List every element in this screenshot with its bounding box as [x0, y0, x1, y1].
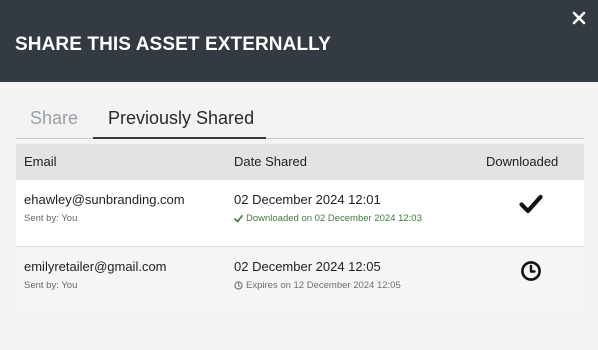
column-header-downloaded: Downloaded	[486, 154, 559, 169]
active-tab-indicator	[93, 137, 266, 139]
expiry-status-text: Expires on 12 December 2024 12:05	[246, 280, 401, 291]
expiry-status: Expires on 12 December 2024 12:05	[234, 280, 401, 291]
shared-table: Email Date Shared Downloaded ehawley@sun…	[16, 144, 584, 313]
tab-bar: Share Previously Shared	[16, 100, 584, 139]
checkmark-icon	[519, 194, 543, 214]
table-header: Email Date Shared Downloaded	[16, 144, 584, 179]
recipient-email: emilyretailer@gmail.com	[24, 259, 167, 274]
dialog-title: SHARE THIS ASSET EXTERNALLY	[15, 34, 331, 55]
tab-share[interactable]: Share	[30, 108, 78, 129]
close-icon[interactable]	[571, 10, 587, 26]
table-row: emilyretailer@gmail.com Sent by: You 02 …	[16, 246, 584, 313]
download-status-text: Downloaded on 02 December 2024 12:03	[246, 213, 422, 224]
recipient-email: ehawley@sunbranding.com	[24, 192, 185, 207]
table-row: ehawley@sunbranding.com Sent by: You 02 …	[16, 179, 584, 246]
date-shared: 02 December 2024 12:01	[234, 192, 381, 207]
dialog-header: SHARE THIS ASSET EXTERNALLY	[0, 0, 598, 82]
column-header-date-shared: Date Shared	[234, 154, 307, 169]
column-header-email: Email	[24, 154, 57, 169]
date-shared: 02 December 2024 12:05	[234, 259, 381, 274]
download-status: Downloaded on 02 December 2024 12:03	[234, 213, 422, 224]
sent-by: Sent by: You	[24, 213, 78, 224]
tab-previously-shared[interactable]: Previously Shared	[108, 108, 254, 129]
clock-icon	[234, 281, 243, 290]
sent-by: Sent by: You	[24, 280, 78, 291]
check-icon	[234, 214, 243, 223]
clock-icon	[521, 261, 541, 281]
